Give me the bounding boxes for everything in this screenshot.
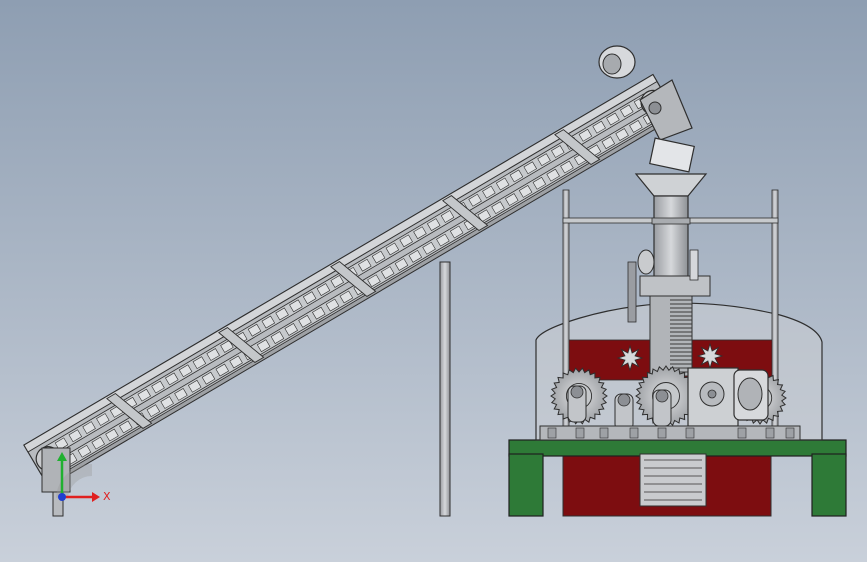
agitator-star [696,342,724,370]
base-bolt [629,427,639,439]
head-idler [648,101,662,115]
side-bracket [689,249,699,281]
cad-viewport[interactable]: X [0,0,867,562]
output-chute-body [639,453,707,507]
pedestal-bearing [570,385,584,399]
base-bolt [737,427,747,439]
base-bolt [575,427,585,439]
base-bolt [547,427,557,439]
feed-pipe-flange [651,217,691,225]
base-bolt [657,427,667,439]
base-left-leg [508,453,544,517]
drive-motor-face [602,53,622,75]
base-bolt [785,427,795,439]
conveyor-support-leg [439,261,451,517]
base-right-leg [811,453,847,517]
output-chute [639,453,707,507]
pedestal-bearing [617,393,631,407]
main-motor-face [737,377,763,411]
base-bolt [599,427,609,439]
agitator-motor [627,261,637,323]
assembly-drawing: X [0,0,867,562]
triad-x-label: X [103,490,111,503]
pedestal-bearing [655,389,669,403]
triad-z-origin [58,493,66,501]
agitator-motor-cap [637,249,655,275]
screw-housing [639,275,711,297]
base-bolt [765,427,775,439]
base-bolt [685,427,695,439]
agitator-star [616,344,644,372]
gearbox-shaft-center [707,389,717,399]
